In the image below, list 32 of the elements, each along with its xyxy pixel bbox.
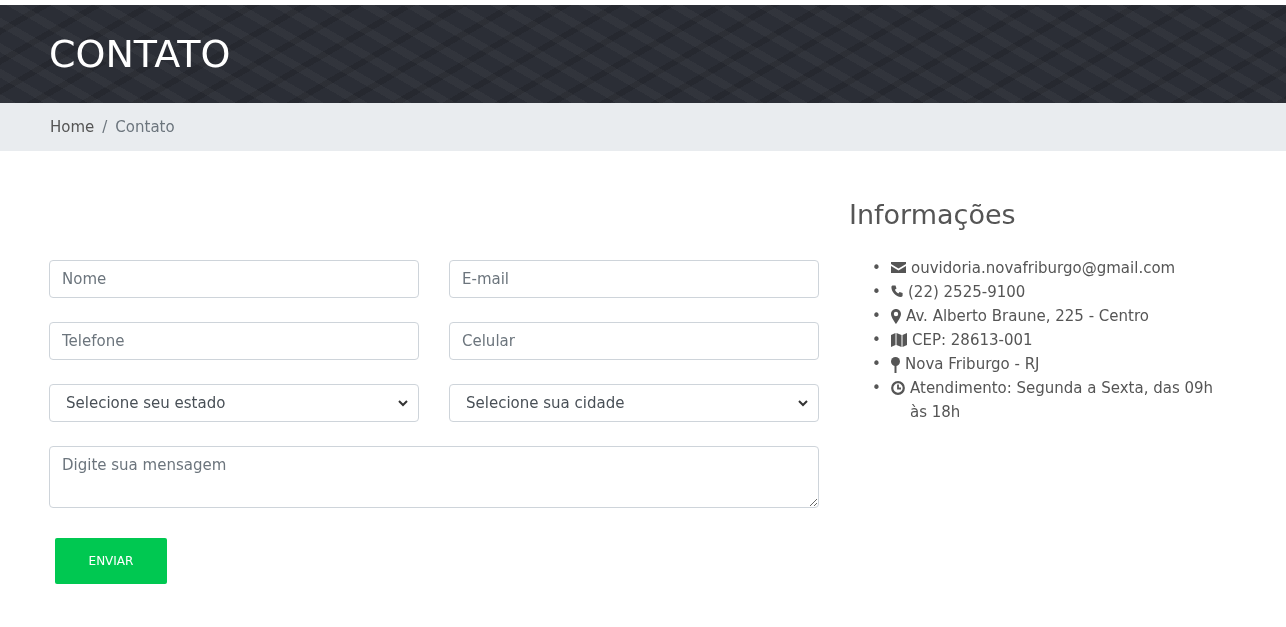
list-bullet: •: [872, 354, 882, 375]
dropdown-select[interactable]: Selecione sua cidade: [449, 384, 819, 422]
text-field[interactable]: Celular: [449, 322, 819, 360]
contact-info-text: (22) 2525-9100: [908, 282, 1026, 303]
message-field[interactable]: Digite sua mensagem: [49, 446, 819, 508]
breadcrumb-separator: /: [102, 118, 108, 136]
breadcrumb-link[interactable]: Home: [50, 118, 95, 136]
contact-info-text: Av. Alberto Braune, 225 - Centro: [906, 306, 1149, 327]
phone-icon: [891, 285, 903, 298]
info-heading: Informações: [849, 199, 1017, 230]
pushpin-icon: [891, 357, 900, 373]
breadcrumb-current: Contato: [115, 118, 175, 136]
contact-info-text: CEP: 28613-001: [912, 330, 1033, 351]
chevron-down-icon: [798, 399, 808, 407]
map-icon: [891, 333, 907, 347]
clock-icon: [891, 381, 905, 395]
envelope-icon: [891, 261, 906, 273]
list-bullet: •: [872, 306, 882, 327]
dropdown-select[interactable]: Selecione seu estado: [49, 384, 419, 422]
list-bullet: •: [872, 258, 882, 279]
text-field[interactable]: Nome: [49, 260, 419, 298]
chevron-down-icon: [398, 399, 408, 407]
list-bullet: •: [872, 282, 882, 303]
list-bullet: •: [872, 378, 882, 399]
map-pin-icon: [891, 309, 901, 324]
contact-info-text: Nova Friburgo - RJ: [905, 354, 1040, 375]
text-field[interactable]: Telefone: [49, 322, 419, 360]
contact-info-text: ouvidoria.novafriburgo@gmail.com: [911, 258, 1176, 279]
text-field[interactable]: E-mail: [449, 260, 819, 298]
contact-info-text: Atendimento: Segunda a Sexta, das 09h às 18h: [910, 378, 1215, 423]
list-bullet: •: [872, 330, 882, 351]
page-title: CONTATO: [49, 32, 231, 76]
